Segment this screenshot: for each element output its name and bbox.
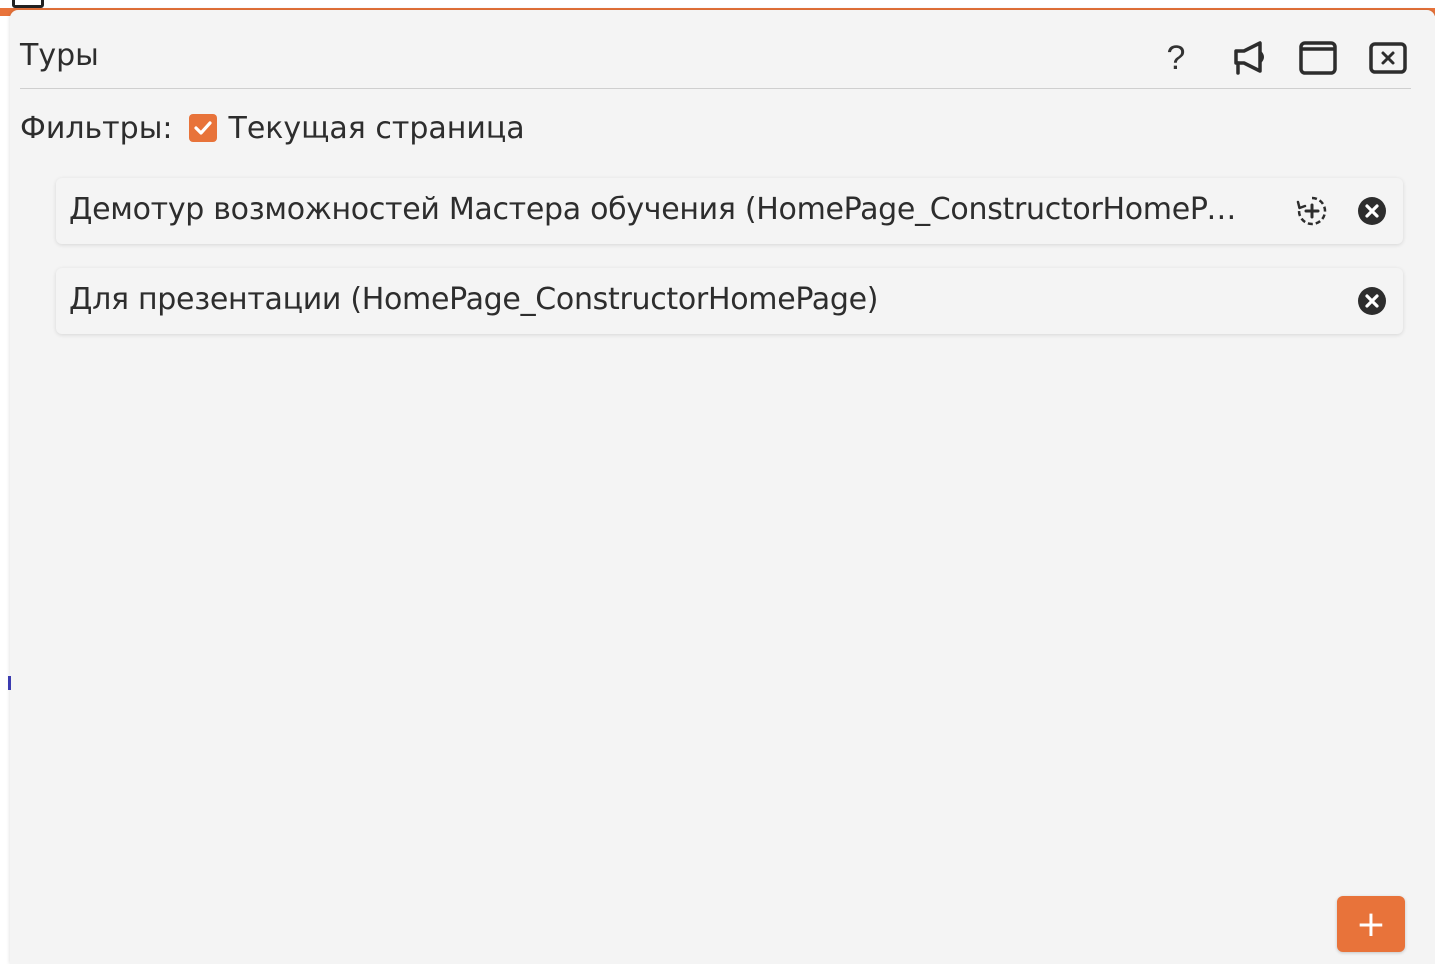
current-page-checkbox[interactable] xyxy=(188,114,217,142)
help-icon: ? xyxy=(1166,38,1186,77)
checkmark-icon xyxy=(193,121,212,135)
tour-item[interactable]: Для презентации (HomePage_ConstructorHom… xyxy=(56,268,1403,334)
close-button[interactable] xyxy=(1366,36,1410,80)
help-button[interactable]: ? xyxy=(1154,36,1198,80)
announcements-button[interactable] xyxy=(1226,36,1270,80)
panel-title: Туры xyxy=(20,38,99,73)
run-tour-icon xyxy=(1296,196,1327,226)
close-window-icon xyxy=(1369,42,1407,74)
panel-header: Туры ? xyxy=(20,30,1411,89)
tours-list: Демотур возможностей Мастера обучения (H… xyxy=(56,178,1406,358)
megaphone-icon xyxy=(1234,41,1264,75)
remove-tour-button[interactable] xyxy=(1356,285,1388,317)
add-tour-button[interactable]: + xyxy=(1337,896,1405,952)
keyboard-icon xyxy=(12,0,44,8)
edge-marker xyxy=(8,676,11,690)
maximize-icon xyxy=(1299,41,1337,75)
filters-label: Фильтры: xyxy=(20,110,173,146)
tour-item-label: Для презентации (HomePage_ConstructorHom… xyxy=(69,282,879,317)
current-page-label[interactable]: Текущая страница xyxy=(229,111,525,146)
tour-item[interactable]: Демотур возможностей Мастера обучения (H… xyxy=(56,178,1403,244)
tour-item-label: Демотур возможностей Мастера обучения (H… xyxy=(69,192,1249,227)
filters-bar: Фильтры: Текущая страница xyxy=(20,108,525,148)
maximize-button[interactable] xyxy=(1296,36,1340,80)
remove-tour-button[interactable] xyxy=(1356,195,1388,227)
remove-circle-icon xyxy=(1358,287,1386,315)
remove-circle-icon xyxy=(1358,197,1386,225)
tours-panel xyxy=(10,10,1435,964)
launch-tour-button[interactable] xyxy=(1296,195,1328,227)
